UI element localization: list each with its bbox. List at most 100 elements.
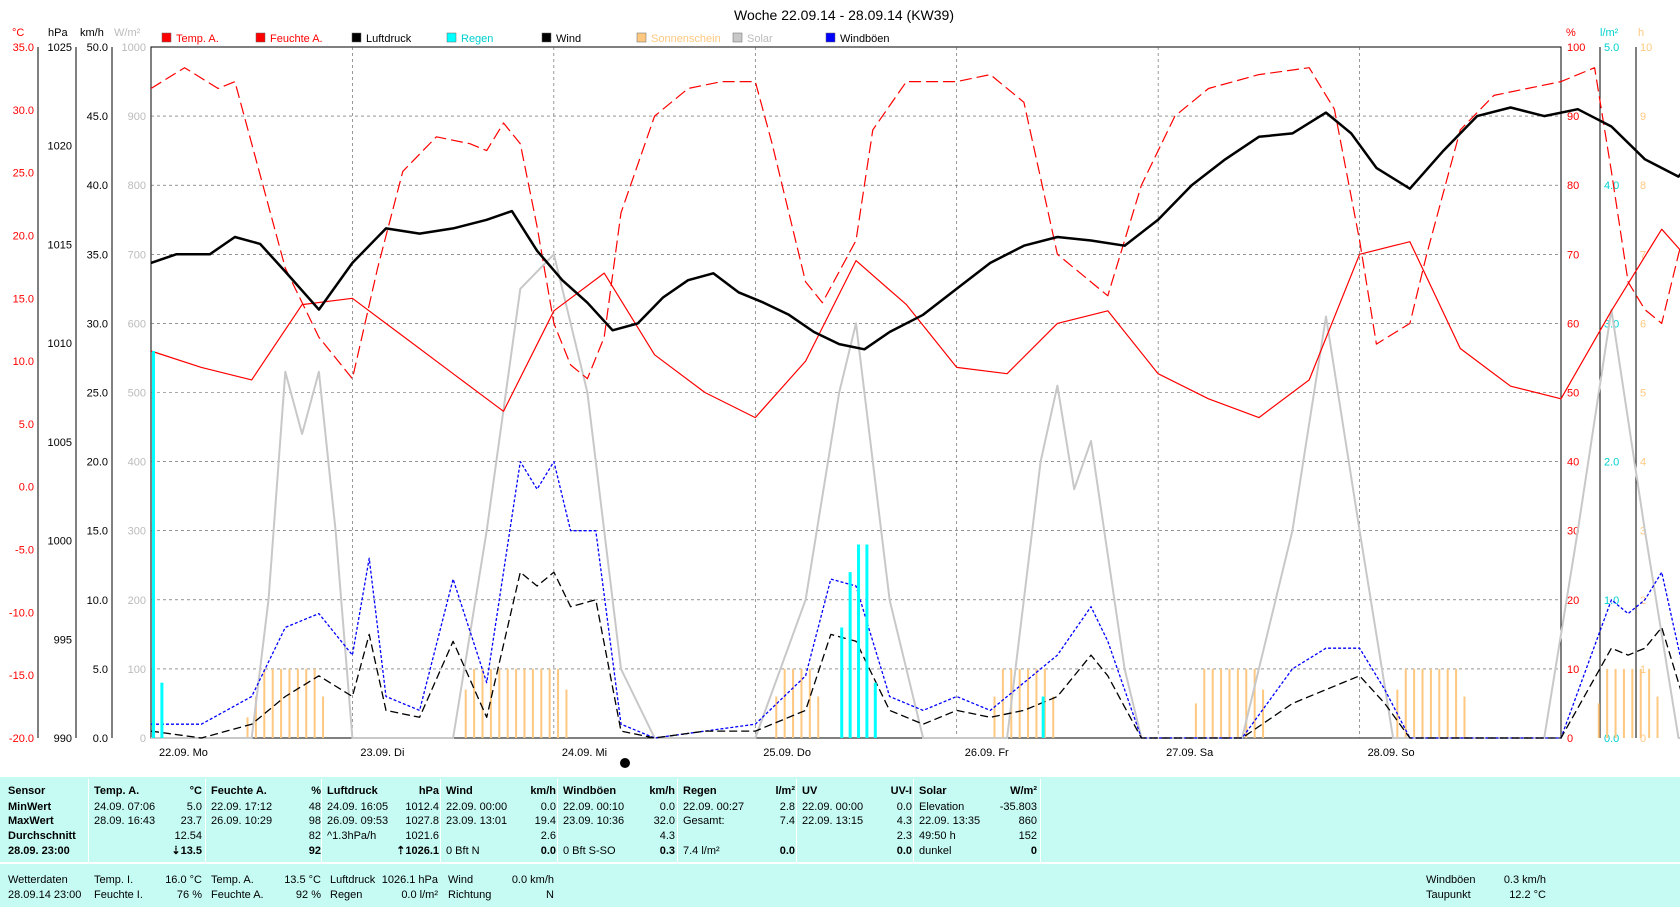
legend-label: Solar bbox=[747, 33, 773, 45]
humidity-line bbox=[150, 67, 1680, 380]
block-unit: km/h bbox=[649, 785, 675, 797]
block-value: 92 bbox=[308, 845, 321, 857]
humidity-tick: 10 bbox=[1567, 664, 1579, 676]
temp-tick: -10.0 bbox=[9, 607, 34, 619]
legend-swatch bbox=[446, 32, 457, 43]
chart-legend: Temp. A. Feuchte A. Luftdruck Regen Wind Sonn… bbox=[161, 32, 890, 45]
footer-value: 13.5 °C bbox=[284, 874, 321, 886]
footer-value: 16.0 °C bbox=[165, 874, 202, 886]
temp-tick: -5.0 bbox=[15, 545, 34, 557]
block-value: 1012.4 bbox=[405, 801, 439, 813]
temp-line bbox=[150, 228, 1680, 419]
row-label: 28.09. 23:00 bbox=[8, 845, 70, 857]
humidity-tick: 0 bbox=[1567, 733, 1573, 745]
temp-tick: 30.0 bbox=[13, 105, 34, 117]
column-divider bbox=[677, 779, 678, 863]
humidity-tick: 100 bbox=[1567, 42, 1585, 54]
column-divider bbox=[205, 779, 206, 863]
rain-tick: 2.0 bbox=[1604, 457, 1619, 469]
solar-tick: 900 bbox=[128, 111, 146, 123]
temp-tick: 20.0 bbox=[13, 230, 34, 242]
day-label: 27.09. Sa bbox=[1166, 747, 1214, 759]
unit-solar: W/m² bbox=[114, 27, 141, 39]
temp-tick: -20.0 bbox=[9, 733, 34, 745]
block-unit: % bbox=[311, 785, 321, 797]
humidity-tick: 60 bbox=[1567, 318, 1579, 330]
day-label: 28.09. So bbox=[1368, 747, 1415, 759]
humidity-tick: 80 bbox=[1567, 180, 1579, 192]
wind-tick: 40.0 bbox=[87, 180, 108, 192]
legend-swatch bbox=[825, 32, 836, 43]
sun-tick: 2 bbox=[1640, 595, 1646, 607]
block-unit: km/h bbox=[530, 785, 556, 797]
solar-tick: 100 bbox=[128, 664, 146, 676]
rain-tick: 4.0 bbox=[1604, 180, 1619, 192]
solar-tick: 400 bbox=[128, 457, 146, 469]
day-label: 22.09. Mo bbox=[159, 747, 208, 759]
block-value: 1021.6 bbox=[405, 830, 439, 842]
footer-value: N bbox=[546, 889, 554, 901]
chart-axes: 22.09. Mo 23.09. Di 24.09. Mi 25.09. Do 26.0… bbox=[9, 27, 1652, 768]
solar-tick: 600 bbox=[128, 318, 146, 330]
humidity-tick: 50 bbox=[1567, 388, 1579, 400]
moon-phase-icon bbox=[620, 758, 630, 768]
humidity-tick: 90 bbox=[1567, 111, 1579, 123]
humidity-tick: 20 bbox=[1567, 595, 1579, 607]
unit-temp: °C bbox=[12, 27, 24, 39]
pressure-tick: 1025 bbox=[48, 42, 72, 54]
legend-label: Regen bbox=[461, 33, 493, 45]
rain-tick: 5.0 bbox=[1604, 42, 1619, 54]
column-divider bbox=[321, 779, 322, 863]
sun-tick: 5 bbox=[1640, 388, 1646, 400]
sun-tick: 6 bbox=[1640, 318, 1646, 330]
solar-tick: 200 bbox=[128, 595, 146, 607]
footer-stamp: 28.09.14 23:00 bbox=[8, 889, 82, 901]
chart-grid bbox=[150, 46, 1562, 739]
row-label: MaxWert bbox=[8, 815, 54, 827]
solar-tick: 800 bbox=[128, 180, 146, 192]
footer-value: 0.0 km/h bbox=[511, 874, 554, 886]
sun-tick: 10 bbox=[1640, 42, 1652, 54]
wind-tick: 5.0 bbox=[93, 664, 108, 676]
legend-swatch bbox=[732, 32, 743, 43]
unit-sun: h bbox=[1638, 27, 1644, 39]
block-value: 32.0 bbox=[653, 815, 675, 827]
footer-label: Wetterdaten bbox=[8, 874, 68, 886]
wind-tick: 45.0 bbox=[87, 111, 108, 123]
block-unit: W/m² bbox=[1010, 785, 1037, 797]
legend-swatch bbox=[255, 32, 266, 43]
humidity-tick: 70 bbox=[1567, 249, 1579, 261]
legend-label: Sonnenschein bbox=[651, 33, 721, 45]
block-value: 0.0 bbox=[779, 845, 795, 857]
block-value: 5.0 bbox=[186, 801, 202, 813]
block-value: 152 bbox=[1018, 830, 1037, 842]
temp-tick: 25.0 bbox=[13, 168, 34, 180]
block-value: 2.6 bbox=[540, 830, 556, 842]
temp-tick: -15.0 bbox=[9, 670, 34, 682]
footer-value: 76 % bbox=[176, 889, 202, 901]
block-value: 12.54 bbox=[174, 830, 202, 842]
sun-tick: 9 bbox=[1640, 111, 1646, 123]
legend-swatch bbox=[541, 32, 552, 43]
block-value: 0.0 bbox=[540, 801, 556, 813]
block-value: 0.0 bbox=[540, 845, 556, 857]
column-divider bbox=[440, 779, 441, 863]
block-value: ⇣13.5 bbox=[171, 845, 202, 857]
wind-tick: 0.0 bbox=[93, 733, 108, 745]
wind-tick: 25.0 bbox=[87, 388, 108, 400]
block-value: 48 bbox=[308, 801, 321, 813]
stats-table: Sensor MinWert MaxWert Durchschnitt 28.09. 2… bbox=[0, 777, 1680, 907]
pressure-tick: 1015 bbox=[48, 239, 72, 251]
legend-swatch bbox=[636, 32, 647, 43]
wind-tick: 10.0 bbox=[87, 595, 108, 607]
column-divider bbox=[913, 779, 914, 863]
block-unit: l/m² bbox=[775, 785, 795, 797]
block-value: 19.4 bbox=[534, 815, 556, 827]
footer-value: 12.2 °C bbox=[1509, 889, 1546, 901]
block-value: 4.3 bbox=[659, 830, 675, 842]
wind-tick: 30.0 bbox=[87, 318, 108, 330]
legend-label: Luftdruck bbox=[366, 33, 412, 45]
weather-chart: Woche 22.09.14 - 28.09.14 (KW39) 22.09. … bbox=[9, 7, 1680, 768]
pressure-tick: 1000 bbox=[48, 536, 72, 548]
row-label: Sensor bbox=[8, 785, 46, 797]
